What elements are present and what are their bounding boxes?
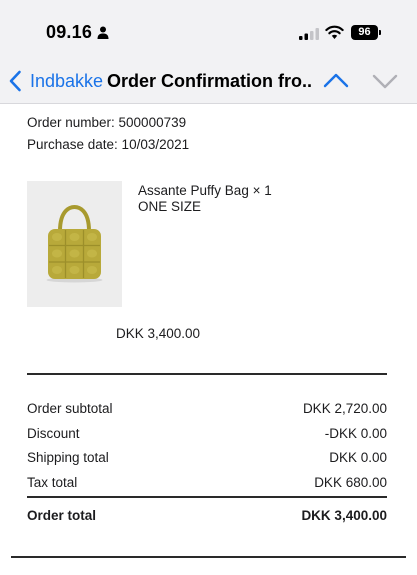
battery-cap bbox=[379, 30, 381, 35]
summary-row-tax: Tax total DKK 680.00 bbox=[27, 475, 387, 493]
divider bbox=[11, 556, 406, 558]
shipping-label: Shipping total bbox=[27, 450, 109, 465]
status-time: 09.16 bbox=[46, 22, 93, 42]
battery-icon: 96 bbox=[351, 25, 378, 40]
chevron-up-icon[interactable] bbox=[322, 70, 350, 92]
product-image bbox=[27, 181, 122, 307]
divider bbox=[27, 496, 387, 498]
subtotal-label: Order subtotal bbox=[27, 401, 113, 416]
product-size: ONE SIZE bbox=[138, 199, 202, 214]
tax-label: Tax total bbox=[27, 475, 78, 490]
product-price: DKK 3,400.00 bbox=[116, 326, 201, 341]
email-body: Order number: 500000739 Purchase date: 1… bbox=[0, 104, 417, 575]
signal-icon bbox=[299, 28, 319, 40]
total-label: Order total bbox=[27, 508, 97, 523]
divider bbox=[27, 373, 387, 375]
back-button[interactable]: Indbakke bbox=[8, 68, 103, 94]
purchase-date: Purchase date: 10/03/2021 bbox=[27, 137, 190, 152]
summary-row-discount: Discount -DKK 0.00 bbox=[27, 426, 387, 444]
summary-row-total: Order total DKK 3,400.00 bbox=[27, 508, 387, 526]
discount-value: -DKK 0.00 bbox=[324, 426, 387, 441]
tax-value: DKK 680.00 bbox=[314, 475, 387, 490]
wifi-icon bbox=[325, 25, 344, 39]
chevron-left-icon bbox=[9, 70, 21, 92]
message-subject-title: Order Confirmation fro... bbox=[107, 71, 312, 91]
shipping-value: DKK 0.00 bbox=[329, 450, 387, 465]
order-number: Order number: 500000739 bbox=[27, 115, 187, 130]
summary-row-subtotal: Order subtotal DKK 2,720.00 bbox=[27, 401, 387, 419]
discount-label: Discount bbox=[27, 426, 80, 441]
status-bar: 09.16 96 bbox=[0, 0, 417, 58]
product-name: Assante Puffy Bag × 1 bbox=[138, 183, 272, 198]
chevron-down-icon[interactable] bbox=[371, 70, 399, 92]
subtotal-value: DKK 2,720.00 bbox=[302, 401, 387, 416]
summary-row-shipping: Shipping total DKK 0.00 bbox=[27, 450, 387, 468]
total-value: DKK 3,400.00 bbox=[301, 508, 387, 523]
person-icon bbox=[97, 26, 109, 39]
back-label: Indbakke bbox=[30, 70, 104, 91]
nav-bar: Indbakke Order Confirmation fro... bbox=[0, 58, 417, 104]
